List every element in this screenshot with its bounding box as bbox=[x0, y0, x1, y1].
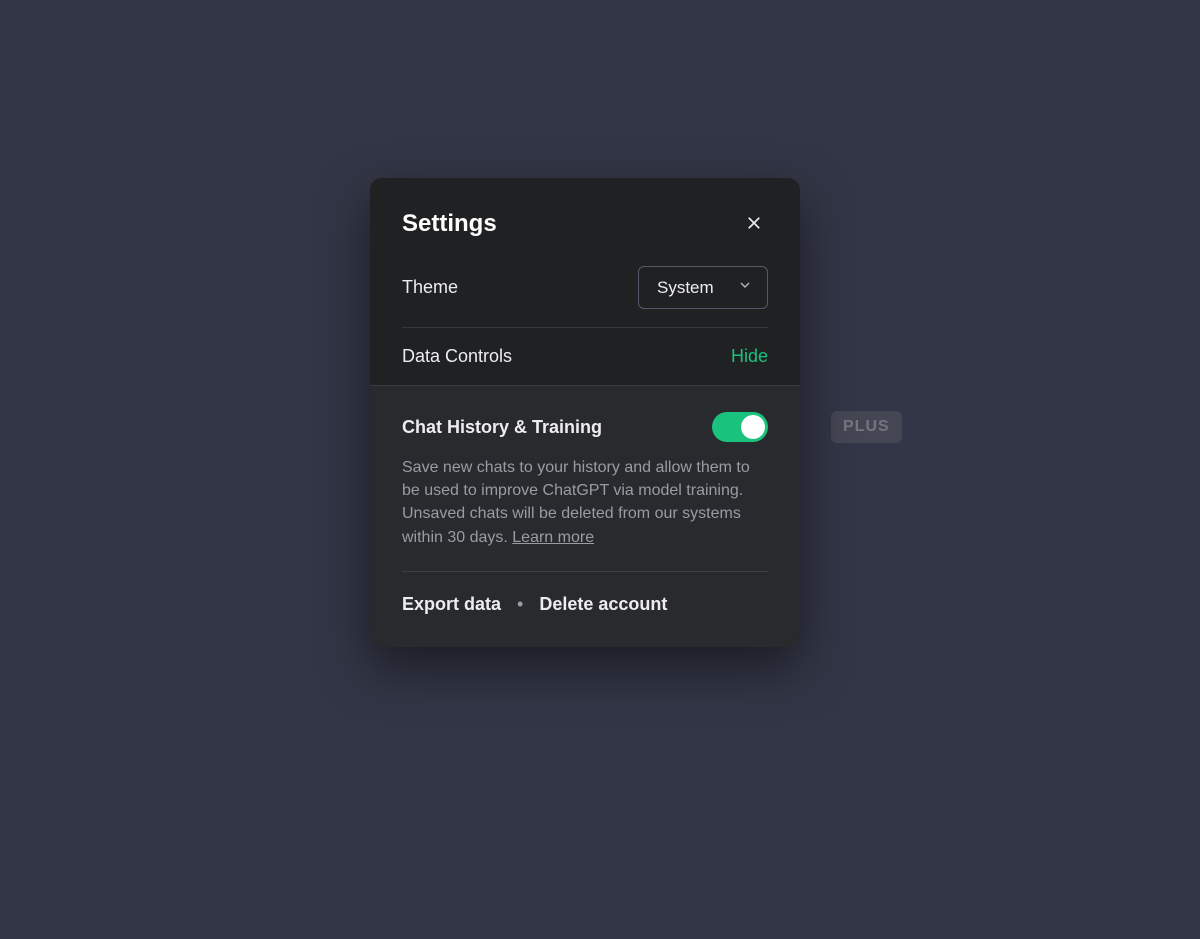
actions-separator: • bbox=[517, 594, 523, 615]
data-controls-label: Data Controls bbox=[402, 346, 512, 367]
export-data-button[interactable]: Export data bbox=[402, 594, 501, 615]
chevron-down-icon bbox=[737, 277, 753, 298]
chat-history-row: Chat History & Training bbox=[402, 412, 768, 442]
close-icon bbox=[745, 214, 763, 235]
data-controls-hide-link[interactable]: Hide bbox=[731, 346, 768, 367]
data-controls-row: Data Controls Hide bbox=[402, 327, 768, 385]
toggle-knob bbox=[741, 415, 765, 439]
chat-history-title: Chat History & Training bbox=[402, 417, 602, 438]
account-actions: Export data • Delete account bbox=[402, 572, 768, 615]
plus-badge: PLUS bbox=[831, 411, 902, 443]
modal-title: Settings bbox=[402, 210, 497, 238]
close-button[interactable] bbox=[740, 210, 768, 238]
theme-row: Theme System bbox=[402, 266, 768, 327]
learn-more-link[interactable]: Learn more bbox=[512, 529, 594, 546]
theme-select-value: System bbox=[657, 278, 714, 298]
theme-select[interactable]: System bbox=[638, 266, 768, 309]
modal-header: Settings bbox=[402, 210, 768, 238]
chat-history-toggle[interactable] bbox=[712, 412, 768, 442]
chat-history-description: Save new chats to your history and allow… bbox=[402, 456, 768, 572]
theme-label: Theme bbox=[402, 277, 458, 298]
delete-account-button[interactable]: Delete account bbox=[539, 594, 667, 615]
settings-modal: Settings Theme System Data Controls Hide… bbox=[370, 178, 800, 647]
data-controls-panel: Chat History & Training Save new chats t… bbox=[370, 385, 800, 647]
